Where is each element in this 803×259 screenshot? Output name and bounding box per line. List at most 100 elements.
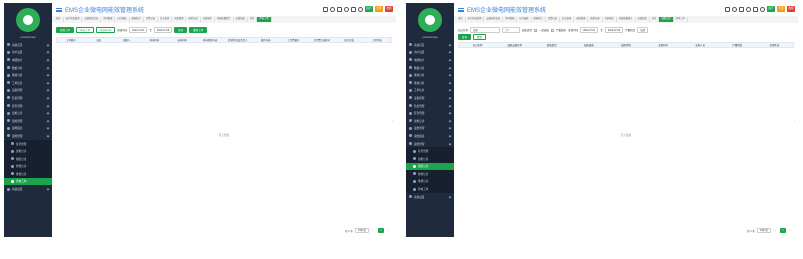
tab[interactable]: 告警记录 [546,17,561,22]
tab[interactable]: 停电工单 [257,17,272,22]
status-badge[interactable]: 运行 [767,6,775,12]
next-page-icon[interactable]: › [386,228,391,233]
column-header[interactable]: 站点名称 [459,43,496,47]
date-start-input[interactable]: 2022-07-01 [580,27,599,33]
sidebar-item[interactable]: 数据分析 [4,64,52,72]
add-order-button[interactable]: 新增工单 [56,27,75,33]
sidebar-item[interactable]: 维修记录 [406,177,454,186]
page-size-select[interactable]: 10条/页 [354,228,369,233]
sidebar-item[interactable]: 抢修记录 [406,170,454,178]
sidebar-item[interactable]: 隐患管理 [4,94,52,102]
search-icon[interactable] [732,6,737,12]
menu-toggle-icon[interactable] [458,7,464,12]
grid-icon[interactable] [351,6,356,12]
column-header[interactable]: 停电检修内容 [196,38,224,42]
menu-toggle-icon[interactable] [56,7,62,12]
scroll-arrow-icon[interactable]: › [794,118,796,122]
export-order-button[interactable]: 导出工单 [76,27,95,33]
column-header[interactable]: 执行状态 [335,38,363,42]
prev-page-icon[interactable]: ‹ [773,228,778,233]
status-badge[interactable]: 告警 [375,6,383,12]
defect-type-checkbox-2[interactable] [551,28,555,32]
tab[interactable]: 设备档案信息 [82,17,102,22]
search-input[interactable]: 搜索 [502,27,521,33]
column-header[interactable]: 停电时间 [140,38,168,42]
reset-button[interactable]: 重置工单 [189,27,208,33]
sidebar-item[interactable]: 运维报表 [406,132,454,140]
sidebar-item[interactable]: 系统首页 [4,41,52,49]
search-icon[interactable] [330,6,335,12]
sidebar-item[interactable]: 巡检记录 [406,117,454,125]
sidebar-item[interactable]: 隐患管理 [406,102,454,110]
column-header[interactable]: 操作内容 [252,38,280,42]
sidebar-item[interactable]: 系统设置 [4,185,52,193]
status-badge[interactable]: 故障 [385,6,393,12]
print-icon[interactable] [725,6,730,12]
bell-icon[interactable] [358,6,363,12]
tab[interactable]: 运维管理 [574,17,589,22]
share-icon[interactable] [337,6,342,12]
column-header[interactable]: 缺陷等级 [607,43,644,47]
column-header[interactable]: 站名 [85,38,113,42]
tab[interactable]: 运维管理 [172,17,187,22]
page-size-select[interactable]: 10条/页 [756,228,771,233]
tab[interactable]: 实时数据 [101,17,116,22]
level-select[interactable]: 全部 [637,27,648,33]
sidebar-item[interactable]: 任务管理 [4,102,52,110]
column-header[interactable]: 工作票编号 [280,38,308,42]
sidebar-item[interactable]: 任务管理 [406,147,454,155]
tab[interactable]: 日志查询 [560,17,575,22]
sidebar-item[interactable]: 运维管理 [4,132,52,140]
sidebar-item[interactable]: 工单信息 [406,87,454,95]
fullscreen-icon[interactable] [746,6,751,12]
column-header[interactable]: 缺陷类型 [533,43,570,47]
column-header[interactable]: 缺陷设备名称 [496,43,533,47]
current-page-button[interactable]: 1 [780,228,786,233]
next-page-icon[interactable]: › [788,228,793,233]
status-badge[interactable]: 运行 [365,6,373,12]
sidebar-item[interactable]: 任务管理 [406,109,454,117]
reset-button[interactable]: 重置 [473,34,487,40]
tab[interactable]: 分析报告 [603,17,617,22]
app-logo[interactable] [418,8,442,32]
tab[interactable]: 告警记录 [144,17,159,22]
column-header[interactable]: 创建人 [113,38,141,42]
tab[interactable]: 运行报表 [115,17,130,22]
sidebar-item[interactable]: 电能统计 [406,56,454,64]
tab[interactable]: 运行报表 [517,17,532,22]
date-start-input[interactable]: 2022-07-01 [129,27,148,33]
tab[interactable]: 电能质量统计 [215,17,234,22]
column-header[interactable]: 发现人员 [682,43,719,47]
sidebar-item[interactable]: 电能统计 [4,56,52,64]
tab[interactable]: 首页 [456,17,466,22]
sidebar-item[interactable]: 用户设置 [406,49,454,57]
tab[interactable]: 首页 [54,17,64,22]
date-end-input[interactable]: 2022-07-08 [604,27,624,33]
fullscreen-icon[interactable] [344,6,349,12]
export-excel-button[interactable]: 导出Excel [96,27,116,33]
tab[interactable]: 巡检记录 [186,17,201,22]
sidebar-item[interactable]: 维修记录 [4,170,52,178]
tab[interactable]: 任务 [248,17,258,22]
tab[interactable]: 缺陷记录 [659,17,674,22]
tab[interactable]: 停电工单 [674,17,688,22]
sidebar-item[interactable]: 运维管理 [406,125,454,133]
status-badge[interactable]: 故障 [787,6,795,12]
status-badge[interactable]: 告警 [777,6,785,12]
scroll-arrow-icon[interactable]: › [392,118,394,122]
search-button[interactable]: 查询 [174,27,188,33]
print-icon[interactable] [323,6,328,12]
sidebar-item[interactable]: 巡检记录 [406,154,454,163]
sidebar-item[interactable]: 巡检记录 [4,109,52,117]
search-button[interactable]: 查询 [458,34,472,40]
site-select[interactable]: 全部 [470,27,501,33]
sidebar-item[interactable]: 巡检记录 [4,147,52,155]
bell-icon[interactable] [760,6,765,12]
sidebar-item[interactable]: 抢修记录 [4,162,52,171]
sidebar-item[interactable]: 停电工单 [4,177,52,186]
column-header[interactable]: 检修单位及负责人 [224,38,252,42]
tab[interactable]: 电能质量统计 [617,17,636,22]
sidebar-item[interactable]: 用户设置 [4,49,52,57]
tab[interactable]: 运维班组 [234,17,248,22]
date-end-input[interactable]: 2022-07-08 [153,27,173,33]
